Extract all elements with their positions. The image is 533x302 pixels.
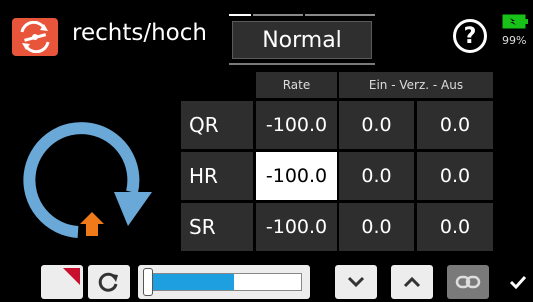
decrease-button[interactable] bbox=[335, 265, 377, 299]
orange-up-marker-icon bbox=[80, 212, 104, 236]
rate-cell-sr[interactable]: -100.0 bbox=[256, 203, 337, 251]
slider-fill bbox=[151, 274, 234, 290]
rate-cell-hr[interactable]: -100.0 bbox=[256, 152, 337, 200]
refresh-button[interactable] bbox=[88, 265, 130, 299]
row-label-qr: QR bbox=[181, 101, 253, 149]
rate-cell-qr[interactable]: -100.0 bbox=[256, 101, 337, 149]
delay-on-cell-sr[interactable]: 0.0 bbox=[339, 203, 414, 251]
delay-off-cell-hr[interactable]: 0.0 bbox=[417, 152, 493, 200]
slider-thumb[interactable] bbox=[143, 268, 153, 296]
flight-phase-selector[interactable]: Normal bbox=[229, 11, 375, 66]
chevron-up-icon bbox=[403, 276, 421, 288]
rotation-arrowhead bbox=[114, 192, 152, 226]
battery-icon bbox=[502, 14, 528, 29]
battery-percentage: 99% bbox=[502, 34, 527, 47]
help-symbol: ? bbox=[463, 23, 477, 49]
checkmark-icon bbox=[509, 275, 527, 289]
chevron-down-icon bbox=[347, 276, 365, 288]
delay-off-cell-sr[interactable]: 0.0 bbox=[417, 203, 493, 251]
page-title: rechts/hoch bbox=[72, 20, 207, 46]
value-slider[interactable] bbox=[138, 265, 310, 299]
link-button[interactable] bbox=[447, 265, 489, 299]
phase-bottom-divider bbox=[229, 63, 375, 65]
refresh-icon bbox=[98, 272, 118, 292]
reset-corner-button[interactable] bbox=[41, 265, 83, 299]
reset-corner-icon bbox=[63, 268, 80, 285]
slider-track[interactable] bbox=[150, 273, 302, 291]
row-label-hr: HR bbox=[181, 152, 253, 200]
link-icon bbox=[455, 275, 481, 289]
confirm-button[interactable] bbox=[503, 265, 533, 299]
mixer-table: Rate Ein - Verz. - Aus QR -100.0 0.0 0.0… bbox=[181, 70, 533, 258]
phase-name-button[interactable]: Normal bbox=[232, 21, 372, 59]
column-header-rate: Rate bbox=[256, 72, 337, 98]
row-label-sr: SR bbox=[181, 203, 253, 251]
clockwise-rotation-arrow-icon bbox=[23, 122, 152, 238]
column-header-delay: Ein - Verz. - Aus bbox=[339, 72, 493, 98]
help-button[interactable]: ? bbox=[453, 19, 487, 53]
helicopter-servo-icon[interactable] bbox=[12, 18, 58, 56]
delay-on-cell-qr[interactable]: 0.0 bbox=[339, 101, 414, 149]
bottom-toolbar bbox=[0, 262, 533, 302]
delay-off-cell-qr[interactable]: 0.0 bbox=[417, 101, 493, 149]
delay-on-cell-hr[interactable]: 0.0 bbox=[339, 152, 414, 200]
increase-button[interactable] bbox=[391, 265, 433, 299]
header-bar: rechts/hoch Normal ? 99% bbox=[0, 0, 533, 70]
phase-indicator-segments bbox=[229, 11, 375, 19]
